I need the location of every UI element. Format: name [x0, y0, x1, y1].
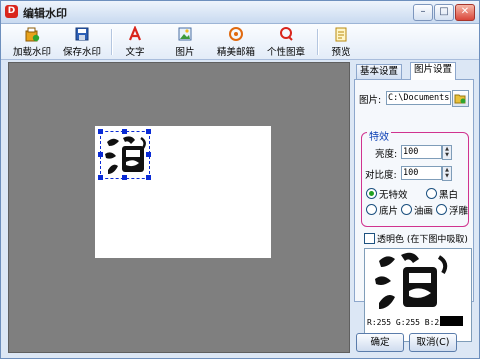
radio-negative[interactable] — [366, 204, 377, 215]
browse-image-button[interactable] — [452, 90, 469, 107]
negative-label: 底片 — [379, 206, 399, 217]
mail-icon — [229, 27, 243, 41]
tab-basic-settings[interactable]: 基本设置 — [356, 64, 403, 79]
transparent-color-checkbox[interactable] — [364, 233, 375, 244]
black-white-label: 黑白 — [439, 190, 459, 201]
save-watermark-button[interactable]: 保存水印 — [61, 26, 103, 58]
watermark-selection[interactable] — [98, 129, 151, 180]
maximize-icon: □ — [439, 6, 449, 17]
title-bar[interactable]: D 编辑水印 – □ ✕ — [1, 1, 479, 24]
color-swatch — [440, 316, 463, 326]
rgb-readout: R:255 G:255 B:255 — [367, 318, 449, 327]
contrast-input[interactable]: 100 — [401, 166, 442, 180]
preview-label: 预览 — [331, 47, 351, 58]
resize-handle[interactable] — [122, 175, 127, 180]
preview-button[interactable]: 预览 — [329, 26, 353, 58]
mailbox-label: 精美邮箱 — [216, 47, 255, 58]
load-watermark-button[interactable]: 加载水印 — [11, 26, 53, 58]
contrast-label: 对比度: — [365, 170, 397, 181]
resize-handle[interactable] — [146, 129, 151, 134]
image-settings-pane: 图片: C:\Documents and Settings\ 特效 亮度: 10… — [354, 79, 474, 342]
image-icon — [178, 27, 192, 41]
window-title: 编辑水印 — [23, 7, 67, 20]
stamp-label: 个性图章 — [266, 47, 305, 58]
resize-handle[interactable] — [98, 175, 103, 180]
image-preview[interactable] — [364, 248, 472, 342]
image-label: 图片 — [175, 47, 195, 58]
brightness-spinner[interactable]: ▲ ▼ — [442, 145, 452, 160]
resize-handle[interactable] — [146, 152, 151, 157]
radio-black-white[interactable] — [426, 188, 437, 199]
minimize-icon: – — [420, 6, 426, 17]
resize-handle[interactable] — [98, 129, 103, 134]
image-path-field[interactable]: C:\Documents and Settings\ — [386, 91, 451, 105]
transparent-color-label: 透明色 (在下图中吸取) — [377, 235, 468, 245]
text-label: 文字 — [125, 47, 145, 58]
text-button[interactable]: 文字 — [123, 26, 147, 58]
radio-no-effect[interactable] — [366, 188, 377, 199]
spin-down-icon: ▼ — [445, 173, 449, 179]
stamp-icon — [280, 27, 293, 41]
radio-oil-painting[interactable] — [401, 204, 412, 215]
emboss-label: 浮雕 — [449, 206, 469, 217]
brightness-input[interactable]: 100 — [401, 145, 442, 159]
close-button[interactable]: ✕ — [455, 4, 475, 21]
preview-watermark-image — [375, 252, 448, 309]
save-watermark-label: 保存水印 — [62, 47, 101, 58]
radio-emboss[interactable] — [436, 204, 447, 215]
resize-handle[interactable] — [122, 129, 127, 134]
minimize-button[interactable]: – — [413, 4, 433, 21]
resize-handle[interactable] — [146, 175, 151, 180]
watermark-editor-window: D 编辑水印 – □ ✕ 加载水印 保存水印 文字 图片 精美邮箱 个性图章 预… — [0, 0, 480, 359]
canvas-area[interactable] — [8, 62, 350, 353]
image-path-label: 图片: — [359, 95, 382, 106]
maximize-button[interactable]: □ — [434, 4, 454, 21]
no-effect-label: 无特效 — [379, 190, 408, 201]
brightness-label: 亮度: — [375, 149, 398, 160]
save-icon — [75, 27, 89, 41]
oil-painting-label: 油画 — [414, 206, 434, 217]
load-watermark-label: 加载水印 — [12, 47, 51, 58]
paper-page[interactable] — [95, 126, 271, 258]
watermark-image — [105, 136, 146, 174]
settings-panel: 基本设置 图片设置 图片: C:\Documents and Settings\… — [354, 62, 474, 353]
app-icon: D — [5, 5, 18, 18]
toolbar-separator — [111, 29, 113, 55]
toolbar: 加载水印 保存水印 文字 图片 精美邮箱 个性图章 预览 — [1, 24, 479, 60]
image-button[interactable]: 图片 — [173, 26, 197, 58]
preview-icon — [335, 27, 347, 42]
mailbox-button[interactable]: 精美邮箱 — [215, 26, 257, 58]
stamp-button[interactable]: 个性图章 — [265, 26, 307, 58]
tab-image-settings[interactable]: 图片设置 — [410, 62, 457, 80]
load-watermark-icon — [25, 27, 40, 42]
spin-down-icon: ▼ — [445, 152, 449, 158]
text-a-icon — [128, 26, 142, 41]
contrast-spinner[interactable]: ▲ ▼ — [442, 166, 452, 181]
close-icon: ✕ — [460, 6, 470, 17]
resize-handle[interactable] — [98, 152, 103, 157]
ok-button[interactable]: 确定 — [356, 333, 404, 352]
toolbar-separator — [317, 29, 319, 55]
folder-icon — [454, 94, 466, 104]
cancel-button[interactable]: 取消(C) — [409, 333, 457, 352]
effects-title: 特效 — [367, 128, 391, 143]
